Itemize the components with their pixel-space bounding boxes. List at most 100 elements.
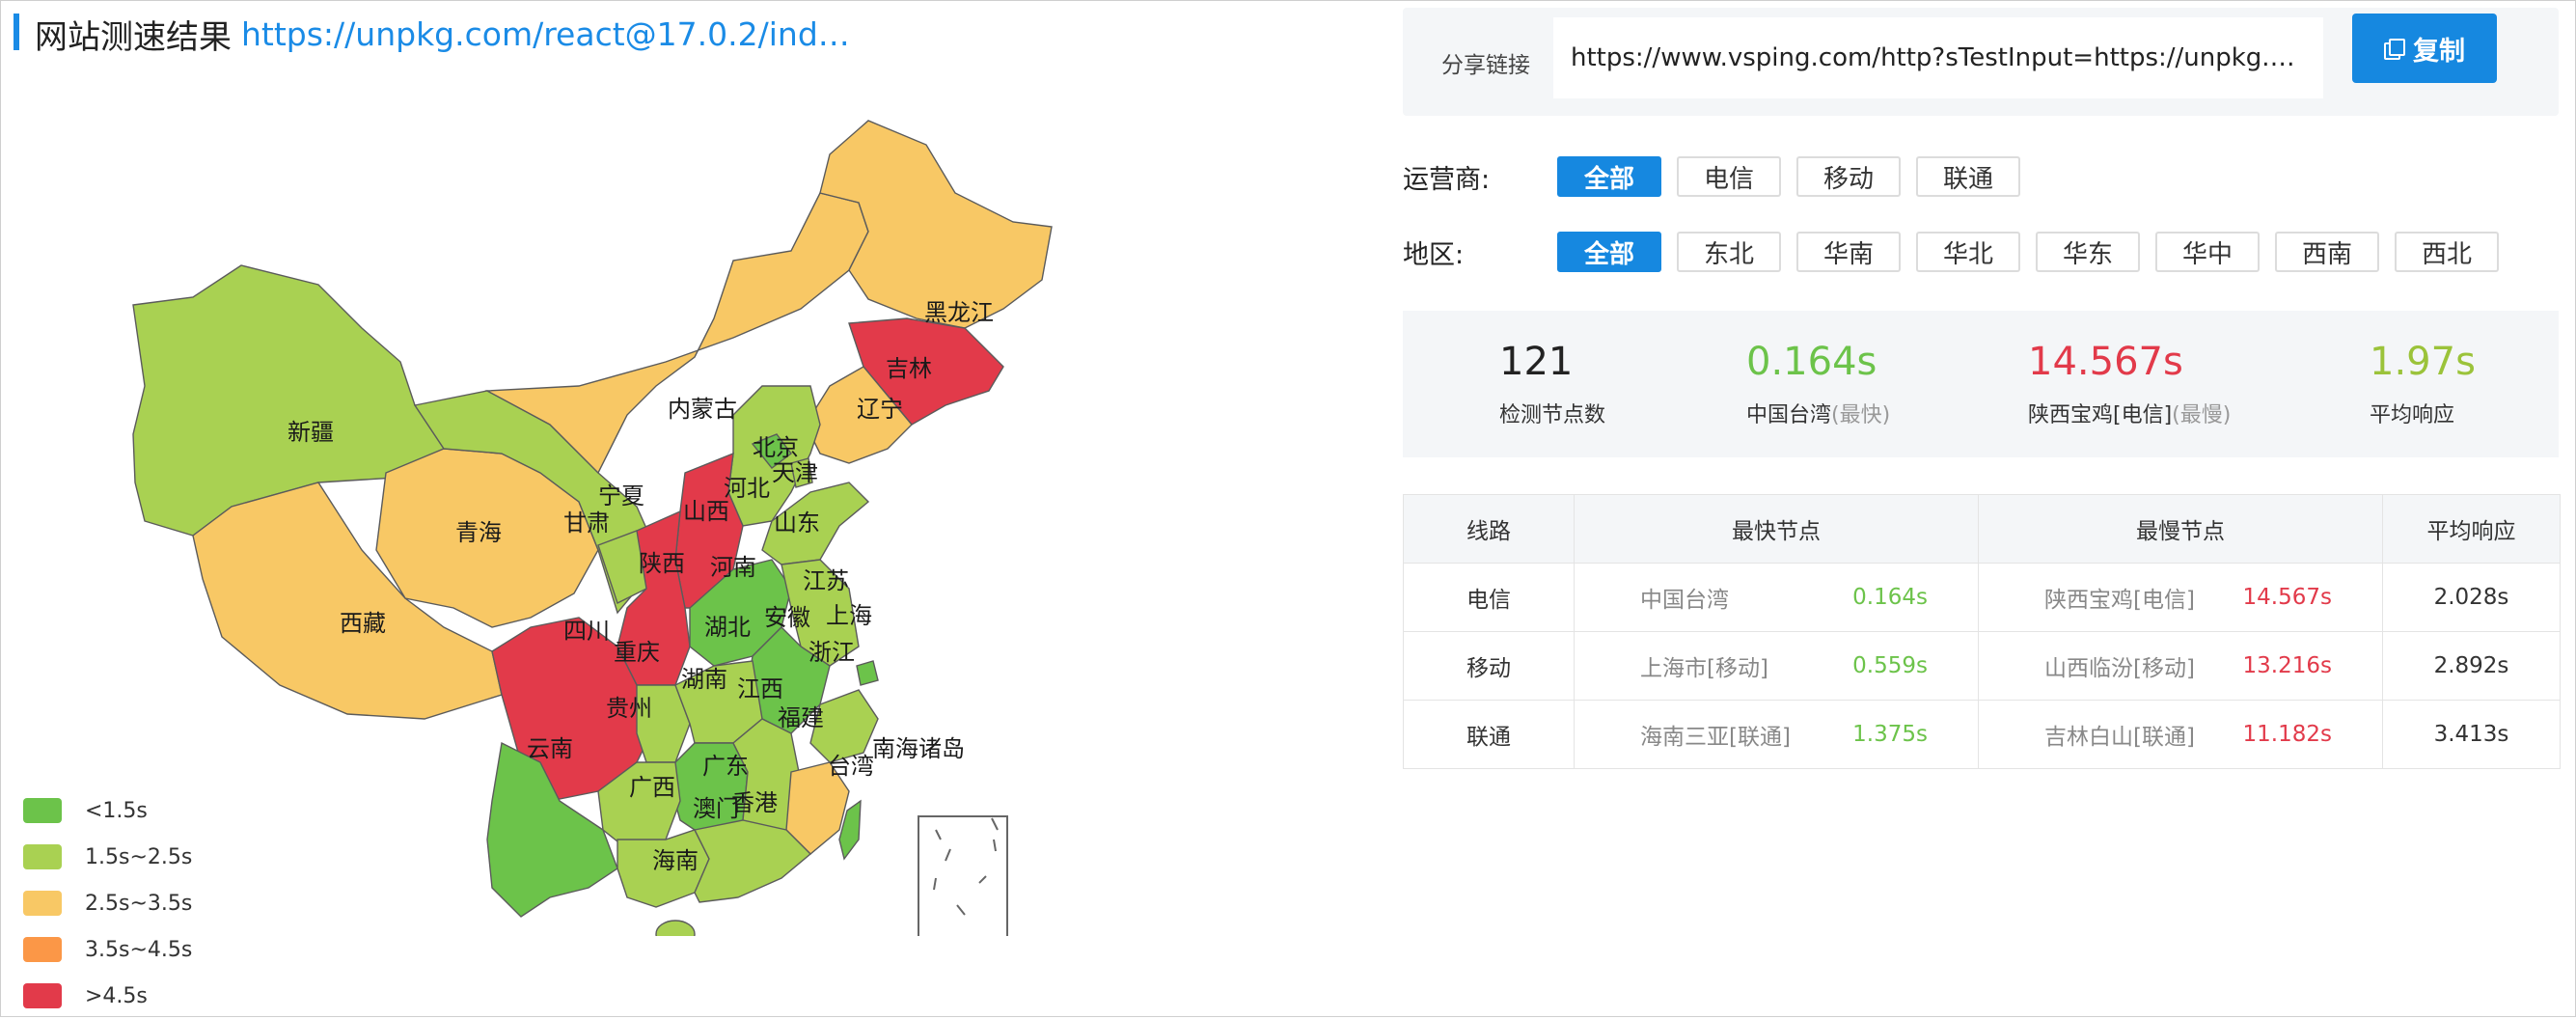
fast-node-name: 海南三亚[联通] [1640, 725, 1791, 750]
legend-label: <1.5s [85, 798, 148, 823]
copy-icon [2384, 39, 2405, 60]
fastest-node-name: 中国台湾 [1746, 403, 1832, 427]
label-jiangsu: 江苏 [803, 567, 849, 594]
label-hunan: 湖南 [681, 666, 727, 693]
carrier-telecom-button[interactable]: 电信 [1677, 156, 1781, 197]
label-qinghai: 青海 [455, 519, 502, 546]
carrier-mobile-button[interactable]: 移动 [1796, 156, 1901, 197]
region-central-button[interactable]: 华中 [2155, 232, 2260, 272]
legend-item[interactable]: 2.5s~3.5s [23, 880, 192, 926]
slowest-node-cell: 陕西宝鸡[电信] 14.567s [1978, 563, 2383, 632]
fastest-value: 0.164s [1746, 340, 1877, 384]
legend-swatch [23, 937, 62, 962]
fastest-node-cell: 海南三亚[联通] 1.375s [1574, 700, 1979, 769]
legend-label: 1.5s~2.5s [85, 844, 193, 869]
region-south-button[interactable]: 华南 [1796, 232, 1901, 272]
title-accent-bar [14, 14, 19, 50]
fastest-node-cell: 上海市[移动] 0.559s [1574, 631, 1979, 701]
average-cell: 3.413s [2382, 700, 2561, 769]
fastest-tag: (最快) [1831, 403, 1891, 427]
column-header: 平均响应 [2382, 494, 2561, 564]
summary-panel: 121 检测节点数 0.164s 中国台湾(最快) 14.567s 陕西宝鸡[电… [1403, 311, 2559, 457]
carrier-all-button[interactable]: 全部 [1557, 156, 1661, 197]
column-header: 最快节点 [1574, 494, 1979, 564]
label-heilongjiang: 黑龙江 [924, 299, 994, 326]
label-shanxi: 山西 [683, 498, 729, 525]
table-row: 联通 海南三亚[联通] 1.375s 吉林白山[联通] 11.182s 3.413s [1403, 700, 2561, 769]
table-row: 移动 上海市[移动] 0.559s 山西临汾[移动] 13.216s 2.892s [1403, 631, 2561, 701]
label-taiwan: 台湾 [828, 753, 874, 780]
label-jiangxi: 江西 [737, 675, 783, 702]
fast-node-time: 0.164s [1852, 585, 1928, 610]
fastest-label: 中国台湾(最快) [1746, 398, 1890, 428]
map-legend: <1.5s 1.5s~2.5s 2.5s~3.5s 3.5s~4.5s >4.5… [23, 787, 192, 1019]
region-north-button[interactable]: 华北 [1916, 232, 2020, 272]
label-xinjiang: 新疆 [288, 419, 334, 446]
label-zhejiang: 浙江 [808, 639, 855, 666]
label-hebei: 河北 [724, 475, 770, 502]
region-southwest-button[interactable]: 西南 [2275, 232, 2379, 272]
average-cell: 2.028s [2382, 563, 2561, 632]
label-sichuan: 四川 [563, 618, 610, 645]
label-henan: 河南 [710, 554, 756, 581]
share-link-label: 分享链接 [1441, 53, 1530, 78]
share-link-field[interactable]: https://www.vsping.com/http?sTestInput=h… [1553, 17, 2323, 98]
table-header-row: 线路 最快节点 最慢节点 平均响应 [1403, 494, 2561, 564]
legend-swatch [23, 983, 62, 1008]
region-filter: 地区: 全部 东北 华南 华北 华东 华中 西南 西北 [1403, 232, 2514, 272]
legend-item[interactable]: 3.5s~4.5s [23, 926, 192, 973]
line-cell: 移动 [1403, 631, 1575, 701]
region-northeast-button[interactable]: 东北 [1677, 232, 1781, 272]
slowest-node-name: 陕西宝鸡[电信] [2028, 403, 2173, 427]
fastest-node-cell: 中国台湾 0.164s [1574, 563, 1979, 632]
tested-url-link[interactable]: https://unpkg.com/react@17.0.2/inde… [241, 15, 859, 53]
page-title: 网站测速结果 [35, 17, 232, 57]
legend-item[interactable]: >4.5s [23, 973, 192, 1019]
legend-swatch [23, 844, 62, 869]
label-chongqing: 重庆 [614, 639, 660, 666]
column-header: 线路 [1403, 494, 1575, 564]
region-all-button[interactable]: 全部 [1557, 232, 1661, 272]
label-shandong: 山东 [774, 510, 820, 537]
slowest-tag: (最慢) [2172, 403, 2232, 427]
label-shaanxi: 陕西 [639, 550, 685, 577]
south-china-sea-dashes [933, 817, 999, 916]
map-province-hainan[interactable] [655, 920, 696, 936]
slowest-label: 陕西宝鸡[电信](最慢) [2028, 398, 2231, 428]
label-hubei: 湖北 [704, 614, 751, 641]
share-link-value: https://www.vsping.com/http?sTestInput=h… [1571, 43, 2306, 72]
label-guangdong: 广东 [702, 753, 749, 780]
carrier-unicom-button[interactable]: 联通 [1916, 156, 2020, 197]
label-liaoning: 辽宁 [857, 396, 903, 423]
region-northwest-button[interactable]: 西北 [2395, 232, 2499, 272]
copy-button[interactable]: 复制 [2352, 14, 2497, 83]
label-ningxia: 宁夏 [598, 482, 644, 510]
label-inner-mongolia: 内蒙古 [668, 396, 737, 423]
legend-item[interactable]: 1.5s~2.5s [23, 834, 192, 880]
node-count-label: 检测节点数 [1499, 403, 1606, 427]
label-guangxi: 广西 [629, 774, 675, 801]
fast-node-time: 1.375s [1852, 722, 1928, 747]
table-row: 电信 中国台湾 0.164s 陕西宝鸡[电信] 14.567s 2.028s [1403, 563, 2561, 632]
slowest-node-cell: 吉林白山[联通] 11.182s [1978, 700, 2383, 769]
column-header: 最慢节点 [1978, 494, 2383, 564]
legend-item[interactable]: <1.5s [23, 787, 192, 834]
map-province-shanghai[interactable] [856, 660, 879, 686]
region-east-button[interactable]: 华东 [2036, 232, 2140, 272]
carrier-filter: 运营商: 全部 电信 移动 联通 [1403, 156, 2036, 197]
label-macau: 澳门 [693, 795, 739, 822]
slowest-node-cell: 山西临汾[移动] 13.216s [1978, 631, 2383, 701]
label-anhui: 安徽 [764, 604, 810, 631]
legend-swatch [23, 798, 62, 823]
label-fujian: 福建 [778, 704, 824, 731]
results-table: 线路 最快节点 最慢节点 平均响应 电信 中国台湾 0.164s 陕西宝鸡[电信]… [1403, 494, 2561, 769]
carrier-filter-label: 运营商: [1403, 164, 1491, 195]
copy-button-label: 复制 [2413, 36, 2465, 67]
legend-label: 2.5s~3.5s [85, 891, 193, 916]
line-cell: 联通 [1403, 700, 1575, 769]
legend-label: >4.5s [85, 983, 148, 1008]
label-yunnan: 云南 [527, 735, 573, 762]
line-cell: 电信 [1403, 563, 1575, 632]
label-shanghai: 上海 [826, 602, 872, 629]
label-jilin: 吉林 [886, 355, 932, 382]
